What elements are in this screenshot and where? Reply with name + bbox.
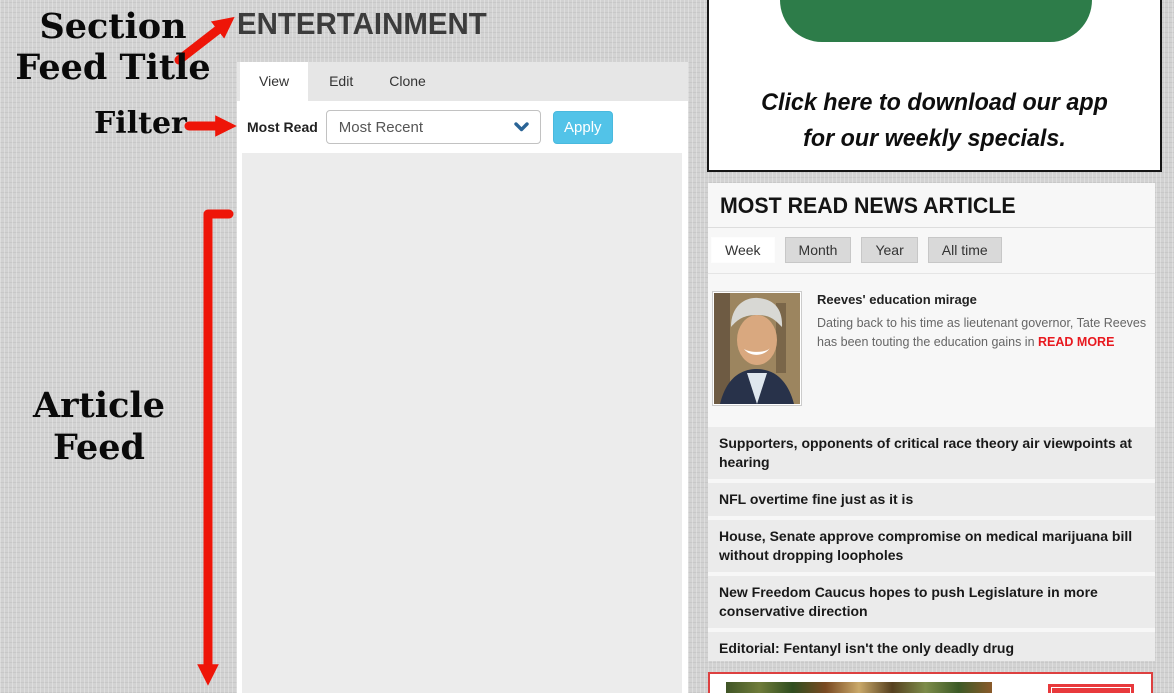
section-feed-title: ENTERTAINMENT <box>237 6 487 42</box>
list-item[interactable]: House, Senate approve compromise on medi… <box>708 520 1155 572</box>
feed-filter-row: Most Read Most Recent Apply <box>237 101 688 153</box>
feed-tabbar: View Edit Clone <box>237 62 688 101</box>
app-icon-shape <box>780 0 1092 42</box>
featured-article-image[interactable] <box>712 291 802 406</box>
ad-photo-strip <box>726 682 992 693</box>
chevron-down-icon <box>514 122 529 132</box>
featured-article-title[interactable]: Reeves' education mirage <box>817 292 1153 307</box>
bottom-ad[interactable] <box>708 672 1153 693</box>
filter-select-value: Most Recent <box>339 119 423 136</box>
tab-view[interactable]: View <box>240 62 308 101</box>
annotation-line: Article <box>18 385 180 427</box>
portrait-photo <box>714 293 800 404</box>
most-read-title: MOST READ NEWS ARTICLE <box>720 193 1130 219</box>
article-feed-area <box>242 153 682 693</box>
annotation-section-feed-title: Section Feed Title <box>0 6 226 88</box>
section-feed-panel: View Edit Clone Most Read Most Recent Ap… <box>237 62 688 693</box>
annotation-line: Feed Title <box>0 47 226 88</box>
tab-month[interactable]: Month <box>785 237 852 263</box>
most-read-panel: MOST READ NEWS ARTICLE Week Month Year A… <box>708 183 1155 661</box>
apply-button[interactable]: Apply <box>553 111 613 144</box>
app-ad-line: Click here to download our app <box>716 85 1153 121</box>
arrow-to-article-feed <box>208 214 229 666</box>
featured-article-excerpt: Dating back to his time as lieutenant go… <box>817 314 1153 352</box>
annotation-filter: Filter <box>94 106 187 141</box>
tab-edit[interactable]: Edit <box>314 62 368 101</box>
tab-all-time[interactable]: All time <box>928 237 1002 263</box>
tab-year[interactable]: Year <box>861 237 917 263</box>
filter-label: Most Read <box>247 119 318 135</box>
app-ad-text: Click here to download our app for our w… <box>716 85 1153 157</box>
annotation-article-feed: Article Feed <box>18 385 180 469</box>
annotation-line: Section <box>0 6 226 47</box>
featured-article-body: Reeves' education mirage Dating back to … <box>817 291 1153 406</box>
tab-week[interactable]: Week <box>711 237 775 263</box>
section-feed-column: ENTERTAINMENT View Edit Clone Most Read … <box>237 0 688 693</box>
filter-select[interactable]: Most Recent <box>326 110 541 144</box>
list-item[interactable]: New Freedom Caucus hopes to push Legisla… <box>708 576 1155 628</box>
read-more-link[interactable]: READ MORE <box>1038 335 1114 349</box>
list-item[interactable]: Editorial: Fentanyl isn't the only deadl… <box>708 632 1155 661</box>
page: Section Feed Title Filter Article Feed E… <box>0 0 1174 693</box>
list-item[interactable]: NFL overtime fine just as it is <box>708 483 1155 516</box>
featured-article: Reeves' education mirage Dating back to … <box>708 274 1155 427</box>
most-read-tabbar: Week Month Year All time <box>708 228 1155 274</box>
most-read-header: MOST READ NEWS ARTICLE <box>708 183 1155 228</box>
ad-button[interactable] <box>1048 684 1134 693</box>
app-download-ad[interactable]: Click here to download our app for our w… <box>707 0 1162 172</box>
annotation-line: Feed <box>18 427 180 469</box>
app-ad-line: for our weekly specials. <box>716 121 1153 157</box>
most-read-list: Supporters, opponents of critical race t… <box>708 427 1155 661</box>
list-item[interactable]: Supporters, opponents of critical race t… <box>708 427 1155 479</box>
tab-clone[interactable]: Clone <box>374 62 441 101</box>
